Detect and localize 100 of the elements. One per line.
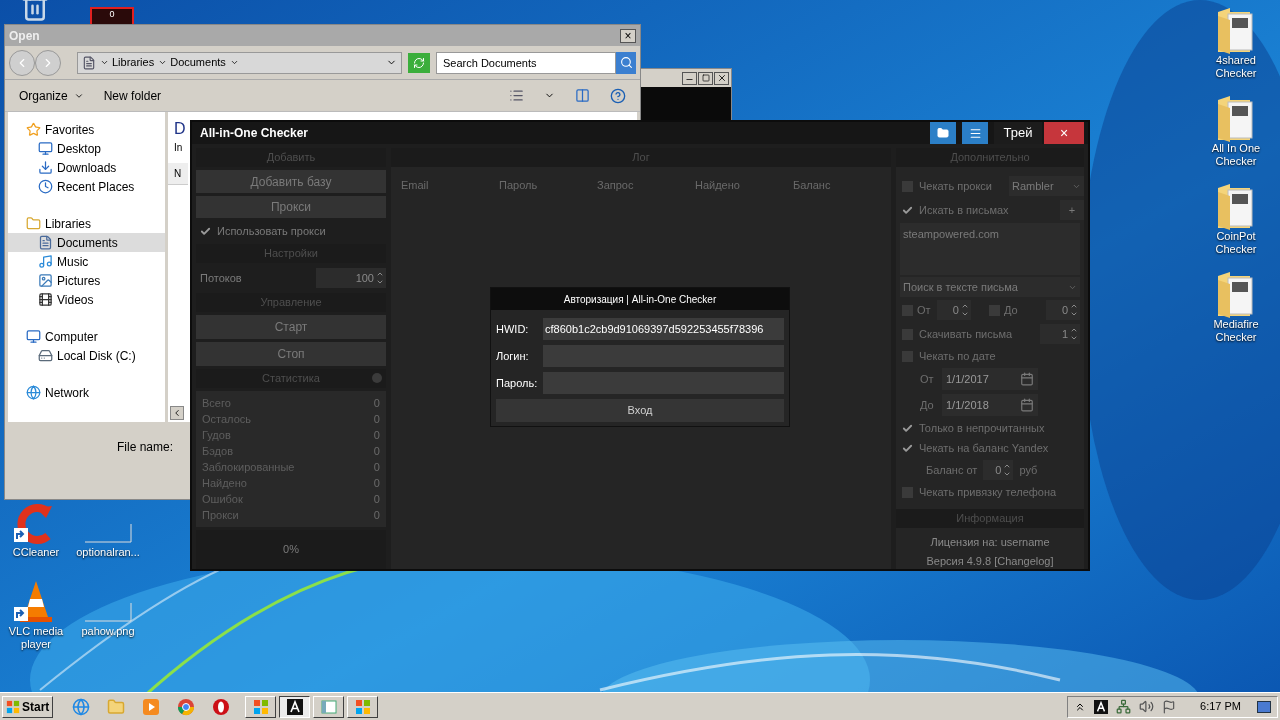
start-button[interactable]: Start — [2, 695, 54, 718]
refresh-button[interactable] — [408, 52, 430, 73]
nav-item[interactable]: Music — [8, 252, 165, 271]
nav-item[interactable]: Downloads — [8, 158, 165, 177]
library-subtitle: In — [174, 141, 183, 155]
spin-box[interactable]: 100 — [316, 268, 386, 288]
calendar-icon — [1020, 372, 1034, 386]
desktop-icon-label[interactable]: VLC media player — [0, 625, 72, 651]
folder-button[interactable] — [930, 122, 956, 144]
star-icon — [26, 122, 41, 137]
folder-icon — [937, 127, 949, 139]
checkbox-label: Чекать по дате — [919, 348, 996, 364]
chrome-icon — [177, 697, 196, 716]
nav-item[interactable]: Videos — [8, 290, 165, 309]
text-area[interactable]: steampowered.com — [900, 223, 1080, 275]
desktop-icon-label[interactable]: CCleaner — [12, 546, 60, 559]
nav-item[interactable]: Documents — [8, 233, 165, 252]
nav-item[interactable]: Pictures — [8, 271, 165, 290]
caret-icon — [158, 58, 168, 67]
nav-item[interactable]: Desktop — [8, 139, 165, 158]
balance-label: Баланс от — [926, 462, 978, 478]
media-player-icon — [142, 697, 161, 716]
stat-value: 0 — [373, 395, 380, 411]
maximize-button[interactable] — [698, 71, 713, 85]
desktop-icon-label[interactable]: optionalran... — [76, 546, 140, 559]
checkbox-label: Чекать на баланс Yandex — [919, 440, 1049, 456]
checkbox[interactable] — [902, 442, 913, 454]
menu-button[interactable] — [962, 122, 988, 144]
clock-icon — [38, 179, 53, 194]
dialog-title-bar: Авторизация | All-in-One Checker — [491, 288, 789, 310]
text-field[interactable]: cf860b1c2cb9d91069397d592253455f78396 — [543, 318, 784, 340]
checkbox-label: Чекать прокси — [919, 178, 993, 194]
minimize-button[interactable] — [682, 71, 697, 85]
taskbar-window-button[interactable] — [279, 695, 311, 718]
notification-counter[interactable]: 0 — [90, 7, 134, 27]
nav-item[interactable]: Computer — [8, 327, 165, 346]
checkbox[interactable] — [902, 422, 913, 434]
show-desktop-icon[interactable] — [1257, 700, 1271, 713]
spin-box[interactable]: 0 — [937, 300, 971, 320]
field-label: HWID: — [496, 321, 530, 337]
nav-item[interactable]: Local Disk (C:) — [8, 346, 165, 365]
address-bar[interactable]: Libraries Documents — [77, 51, 402, 74]
opera-icon — [212, 697, 231, 716]
login-button[interactable]: Вход — [496, 399, 784, 422]
close-button[interactable]: × — [620, 28, 636, 43]
download-icon — [38, 160, 53, 175]
date-field[interactable]: 1/1/2018 — [942, 394, 1038, 416]
date-field[interactable]: 1/1/2017 — [942, 368, 1038, 390]
calendar-icon — [1020, 398, 1034, 412]
spin-box[interactable]: 0 — [983, 460, 1014, 480]
clock[interactable]: 6:17 PM — [1200, 698, 1241, 715]
nav-item[interactable]: Libraries — [8, 214, 165, 233]
stat-value: 0 — [373, 443, 380, 459]
nav-item[interactable]: Recent Places — [8, 177, 165, 196]
search-mode-dropdown[interactable]: Поиск в тексте письма — [900, 277, 1080, 297]
monitor-icon — [26, 329, 41, 344]
search-field[interactable]: Search Documents — [436, 51, 616, 74]
close-icon — [716, 73, 727, 83]
new-folder-button[interactable]: New folder — [103, 86, 162, 105]
checkbox-label: От — [917, 302, 932, 318]
volume-icon — [1139, 699, 1155, 714]
network-icon — [1116, 699, 1132, 714]
back-button[interactable] — [9, 49, 35, 76]
breadcrumb[interactable]: Libraries — [112, 54, 155, 71]
taskbar-app[interactable] — [141, 696, 162, 717]
organize-menu[interactable]: Organize — [19, 86, 84, 105]
version-text[interactable]: Версия 4.9.8 [Changelog] — [896, 552, 1084, 569]
folder-icon — [1216, 270, 1256, 318]
spin-box[interactable]: 0 — [1046, 300, 1080, 320]
nav-item[interactable]: Network — [8, 383, 165, 402]
desktop-icon-label[interactable]: 4shared Checker — [1206, 54, 1266, 80]
breadcrumb[interactable]: Documents — [170, 54, 226, 71]
nav-item[interactable]: Favorites — [8, 120, 165, 139]
document-icon — [82, 55, 96, 70]
add-button[interactable]: + — [1060, 200, 1084, 220]
checkbox[interactable] — [902, 204, 913, 216]
column-header[interactable]: N — [168, 163, 188, 185]
taskbar-app[interactable] — [211, 696, 232, 717]
taskbar-app[interactable] — [176, 696, 197, 717]
provider-dropdown[interactable]: Rambler — [1009, 176, 1084, 196]
desktop-icon-label[interactable]: CoinPot Checker — [1206, 230, 1266, 256]
library-heading: D — [174, 119, 186, 139]
taskbar-app[interactable] — [71, 696, 92, 717]
desktop-icon-label[interactable]: All In One Checker — [1206, 142, 1266, 168]
close-button[interactable] — [714, 71, 729, 85]
desktop-icon-label[interactable]: Mediafire Checker — [1206, 318, 1266, 344]
forward-button[interactable] — [35, 49, 61, 76]
date-label: От — [920, 371, 935, 387]
checkbox[interactable] — [200, 225, 211, 237]
search-button[interactable] — [616, 51, 636, 74]
stat-value: 0 — [373, 491, 380, 507]
caret-icon — [100, 58, 109, 67]
spin-box[interactable]: 1 — [1040, 324, 1080, 344]
field-label: Пароль: — [496, 375, 539, 391]
close-button[interactable]: × — [1044, 122, 1084, 144]
scroll-left-button[interactable] — [170, 406, 184, 420]
folder-icon — [107, 697, 126, 716]
tray-button[interactable]: Трей — [994, 122, 1042, 144]
preview-pane-icon — [575, 88, 590, 103]
window-icon — [320, 698, 337, 715]
